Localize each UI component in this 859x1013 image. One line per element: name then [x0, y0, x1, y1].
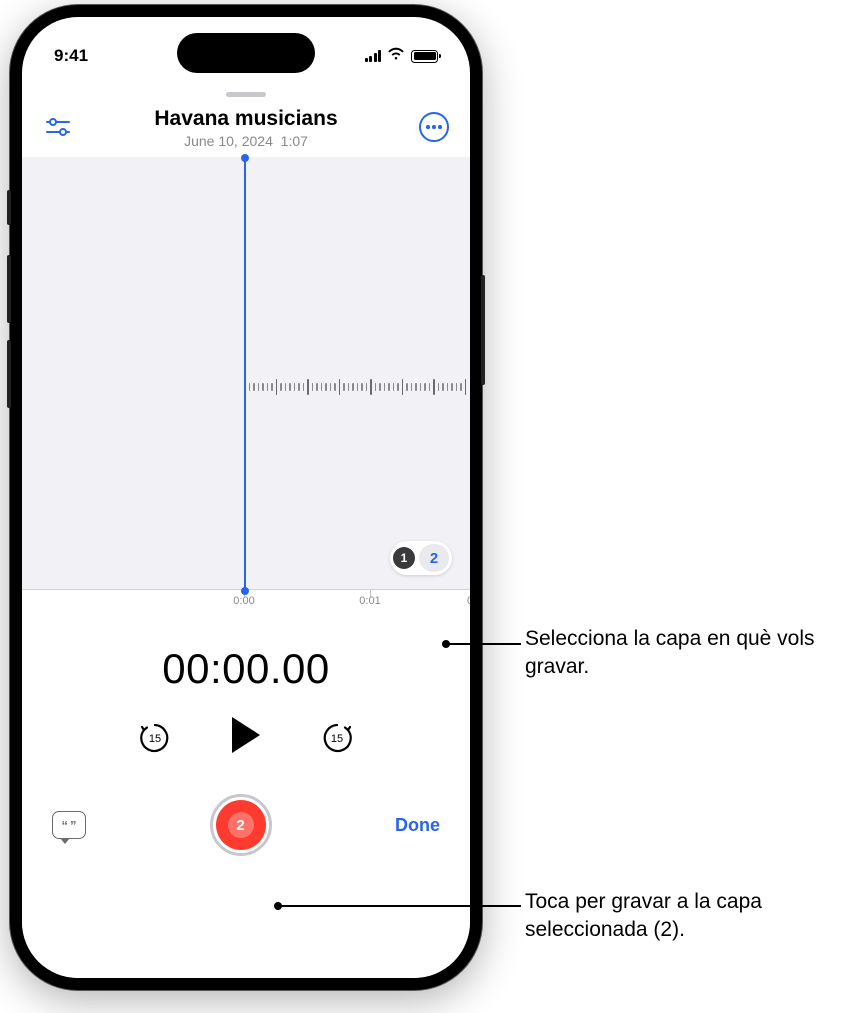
header-titles: Havana musicians June 10, 2024 1:07: [74, 105, 418, 149]
more-options-icon: [419, 112, 449, 142]
screen: 9:41 Havana musicians: [22, 17, 470, 978]
callout-leader: [278, 905, 521, 907]
battery-icon: [411, 50, 438, 63]
wifi-icon: [387, 47, 405, 65]
ruler-mark: 0: [467, 595, 470, 607]
bottom-row: “” 2 Done: [22, 794, 470, 856]
waveform: [244, 367, 470, 407]
layer-selector[interactable]: 1 2: [390, 541, 452, 575]
play-button[interactable]: [228, 715, 264, 760]
timer-display: 00:00.00: [22, 645, 470, 693]
sheet-handle[interactable]: [226, 92, 266, 97]
ruler-mark: 0:01: [359, 595, 380, 607]
layer-option-2[interactable]: 2: [419, 544, 449, 572]
transport-controls: 15 15: [22, 715, 470, 760]
recording-subtitle: June 10, 2024 1:07: [74, 133, 418, 149]
more-options-button[interactable]: [418, 111, 450, 143]
status-icons: [365, 47, 439, 65]
callout-leader: [446, 643, 521, 645]
waveform-area[interactable]: 1 2 0:00 0:01 0: [22, 157, 470, 617]
cellular-icon: [365, 50, 382, 62]
callout-record: Toca per gravar a la capa seleccionada (…: [525, 888, 855, 945]
status-time: 9:41: [54, 46, 88, 66]
layer-option-1[interactable]: 1: [393, 547, 415, 569]
callout-layer-select: Selecciona la capa en què vols gravar.: [525, 625, 845, 682]
record-layer-badge: 2: [228, 812, 254, 838]
power-button: [481, 275, 485, 385]
recording-sheet: Havana musicians June 10, 2024 1:07 1 2: [22, 82, 470, 978]
playhead[interactable]: [244, 157, 246, 592]
ruler-mark: 0:00: [233, 595, 254, 607]
skip-forward-15-button[interactable]: 15: [320, 721, 354, 755]
record-icon: 2: [216, 800, 266, 850]
volume-up-button: [7, 255, 11, 323]
transcript-button[interactable]: “”: [52, 811, 86, 839]
record-button[interactable]: 2: [210, 794, 272, 856]
skip-back-15-button[interactable]: 15: [138, 721, 172, 755]
side-button: [7, 190, 11, 225]
header-row: Havana musicians June 10, 2024 1:07: [22, 105, 470, 149]
done-button[interactable]: Done: [395, 815, 440, 836]
adjust-sliders-icon[interactable]: [42, 111, 74, 143]
volume-down-button: [7, 340, 11, 408]
recording-title[interactable]: Havana musicians: [74, 107, 418, 131]
dynamic-island: [177, 33, 315, 73]
phone-frame: 9:41 Havana musicians: [10, 5, 482, 990]
